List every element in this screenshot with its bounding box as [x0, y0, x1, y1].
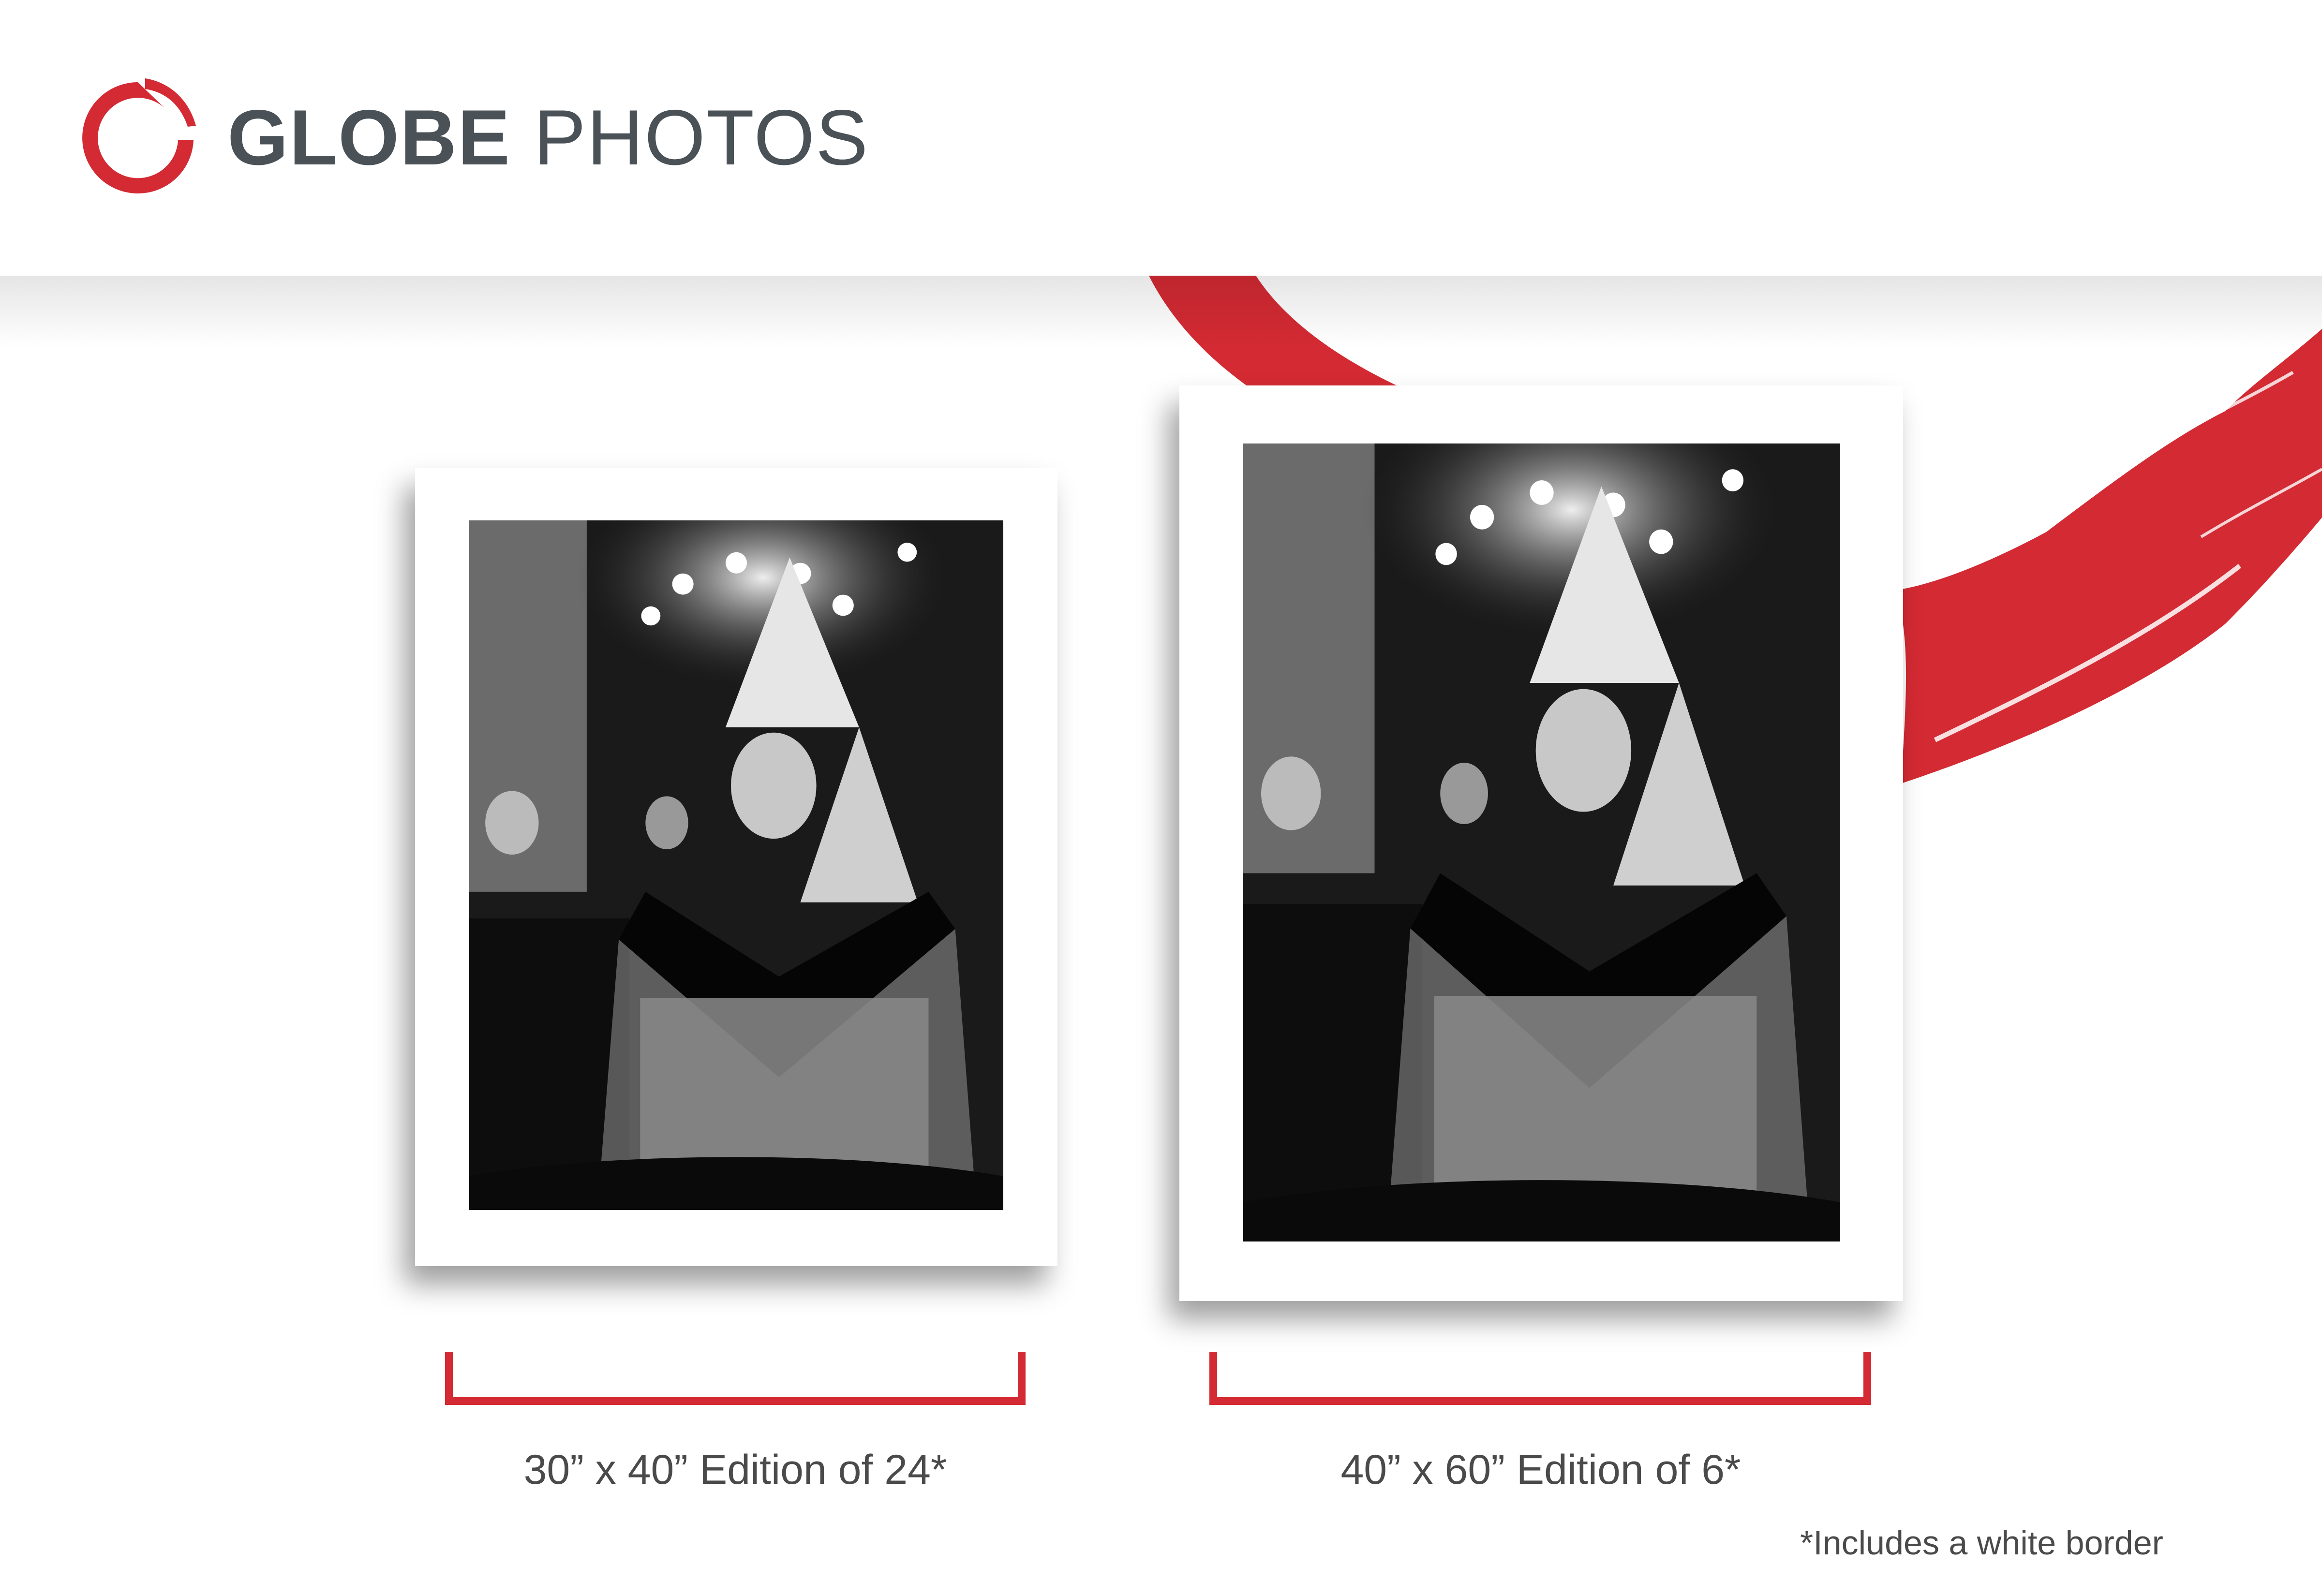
brand-name-bold: GLOBE: [227, 94, 511, 181]
header: GLOBE PHOTOS: [0, 0, 2322, 276]
size-bracket-large: [1209, 1352, 1871, 1405]
photo-image: [469, 520, 1003, 1210]
size-bracket-small: [445, 1352, 1026, 1405]
footnote: *Includes a white border: [1800, 1524, 2163, 1562]
brand-name-light: PHOTOS: [534, 94, 869, 181]
globe-brush-circle-icon: [82, 78, 196, 193]
header-shadow: [0, 276, 2322, 348]
caption-40x60: 40” x 60” Edition of 6*: [1340, 1447, 1741, 1493]
photo-image: [1243, 443, 1840, 1241]
brand-wordmark: GLOBE PHOTOS: [227, 94, 869, 181]
caption-30x40: 30” x 40” Edition of 24*: [523, 1447, 947, 1493]
print-40x60-preview: [1179, 385, 1903, 1301]
print-30x40-preview: [415, 468, 1057, 1266]
